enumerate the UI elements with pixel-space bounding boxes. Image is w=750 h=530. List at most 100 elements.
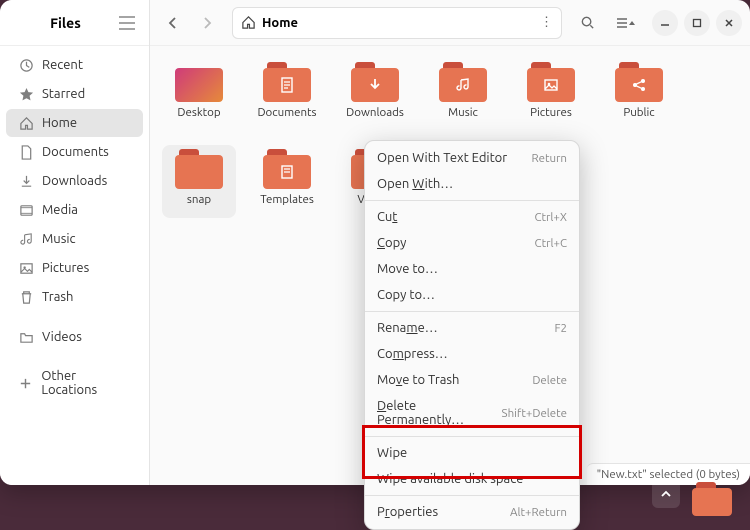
sidebar-item-other-locations[interactable]: Other Locations [6, 363, 143, 403]
ctx-label: Delete Permanently… [377, 399, 502, 427]
ctx-separator [365, 436, 579, 437]
dock-folder-icon[interactable] [692, 482, 732, 516]
path-bar[interactable]: Home ⋮ [232, 7, 562, 39]
ctx-shortcut: F2 [554, 322, 567, 335]
file-item-snap[interactable]: snap [162, 145, 236, 218]
home-icon [241, 15, 256, 30]
ctx-label: Copy to… [377, 288, 567, 302]
clock-icon [18, 57, 34, 73]
ctx-shortcut: Shift+Delete [502, 407, 567, 420]
file-label: Public [623, 106, 654, 119]
sidebar-item-label: Downloads [42, 174, 107, 188]
ctx-wipe[interactable]: Wipe [365, 440, 579, 466]
ctx-separator [365, 200, 579, 201]
sidebar-item-label: Starred [42, 87, 85, 101]
sidebar-item-documents[interactable]: Documents [6, 138, 143, 166]
sidebar-item-recent[interactable]: Recent [6, 51, 143, 79]
file-label: Documents [257, 106, 316, 119]
context-menu: Open With Text EditorReturnOpen With…Cut… [364, 140, 580, 530]
ctx-label: Copy [377, 236, 535, 250]
home-icon [18, 115, 34, 131]
file-label: Templates [260, 193, 314, 206]
view-options-button[interactable] [606, 8, 646, 38]
sidebar-item-pictures[interactable]: Pictures [6, 254, 143, 282]
sidebar-item-trash[interactable]: Trash [6, 283, 143, 311]
file-item-documents[interactable]: Documents [250, 58, 324, 123]
ctx-copy-to[interactable]: Copy to… [365, 282, 579, 308]
file-item-music[interactable]: Music [426, 58, 500, 123]
file-item-templates[interactable]: Templates [250, 145, 324, 218]
ctx-label: Cut [377, 210, 534, 224]
file-label: snap [187, 193, 211, 206]
folder-icon [175, 62, 223, 102]
sidebar-item-label: Pictures [42, 261, 89, 275]
ctx-move-to[interactable]: Move to… [365, 256, 579, 282]
sidebar-item-media[interactable]: Media [6, 196, 143, 224]
sidebar-item-label: Documents [42, 145, 109, 159]
sidebar-menu-icon[interactable] [119, 16, 137, 30]
ctx-properties[interactable]: PropertiesAlt+Return [365, 499, 579, 525]
ctx-copy[interactable]: CopyCtrl+C [365, 230, 579, 256]
ctx-cut[interactable]: CutCtrl+X [365, 204, 579, 230]
file-label: Pictures [530, 106, 572, 119]
sidebar-item-label: Trash [42, 290, 73, 304]
ctx-separator [365, 311, 579, 312]
ctx-label: Wipe available disk space [377, 472, 567, 486]
sidebar-item-videos[interactable]: Videos [6, 323, 143, 351]
ctx-shortcut: Ctrl+C [535, 237, 567, 250]
folder-icon [615, 62, 663, 102]
ctx-wipe-available-disk-space[interactable]: Wipe available disk space [365, 466, 579, 492]
sidebar-item-home[interactable]: Home [6, 109, 143, 137]
search-button[interactable] [572, 8, 602, 38]
file-item-downloads[interactable]: Downloads [338, 58, 412, 123]
sidebar-header: Files [0, 0, 149, 46]
download-icon [18, 173, 34, 189]
minimize-button[interactable] [652, 10, 678, 36]
path-location: Home [262, 16, 298, 30]
folder-icon [439, 62, 487, 102]
ctx-label: Wipe [377, 446, 567, 460]
document-icon [18, 144, 34, 160]
sidebar: Files Recent Starred Home Documents Download… [0, 0, 150, 485]
folder-icon [175, 149, 223, 189]
file-item-public[interactable]: Public [602, 58, 676, 123]
ctx-label: Move to Trash [377, 373, 532, 387]
sidebar-item-label: Recent [42, 58, 83, 72]
app-title: Files [12, 15, 119, 31]
back-button[interactable] [158, 8, 188, 38]
sidebar-item-label: Home [42, 116, 77, 130]
music-icon [18, 231, 34, 247]
ctx-open-with[interactable]: Open With… [365, 171, 579, 197]
ctx-move-to-trash[interactable]: Move to TrashDelete [365, 367, 579, 393]
ctx-delete-permanently[interactable]: Delete Permanently…Shift+Delete [365, 393, 579, 433]
ctx-compress[interactable]: Compress… [365, 341, 579, 367]
file-label: Downloads [346, 106, 404, 119]
folder-icon [263, 62, 311, 102]
media-icon [18, 202, 34, 218]
close-button[interactable] [716, 10, 742, 36]
file-item-pictures[interactable]: Pictures [514, 58, 588, 123]
ctx-rename[interactable]: Rename…F2 [365, 315, 579, 341]
sidebar-item-music[interactable]: Music [6, 225, 143, 253]
sidebar-item-starred[interactable]: Starred [6, 80, 143, 108]
ctx-label: Rename… [377, 321, 554, 335]
ctx-open-with-text-editor[interactable]: Open With Text EditorReturn [365, 145, 579, 171]
trash-icon [18, 289, 34, 305]
dock-expand-icon[interactable] [652, 480, 680, 508]
folder-icon [263, 149, 311, 189]
ctx-label: Move to… [377, 262, 567, 276]
toolbar: Home ⋮ [150, 0, 750, 46]
ctx-shortcut: Return [531, 152, 567, 165]
picture-icon [18, 260, 34, 276]
forward-button[interactable] [192, 8, 222, 38]
ctx-label: Open With Text Editor [377, 151, 531, 165]
folder-icon [527, 62, 575, 102]
file-label: Desktop [177, 106, 220, 119]
file-item-desktop[interactable]: Desktop [162, 58, 236, 123]
file-label: Music [448, 106, 478, 119]
folder-icon [18, 329, 34, 345]
maximize-button[interactable] [684, 10, 710, 36]
path-more-icon[interactable]: ⋮ [540, 15, 553, 30]
sidebar-item-downloads[interactable]: Downloads [6, 167, 143, 195]
sidebar-list: Recent Starred Home Documents Downloads Media… [0, 46, 149, 485]
